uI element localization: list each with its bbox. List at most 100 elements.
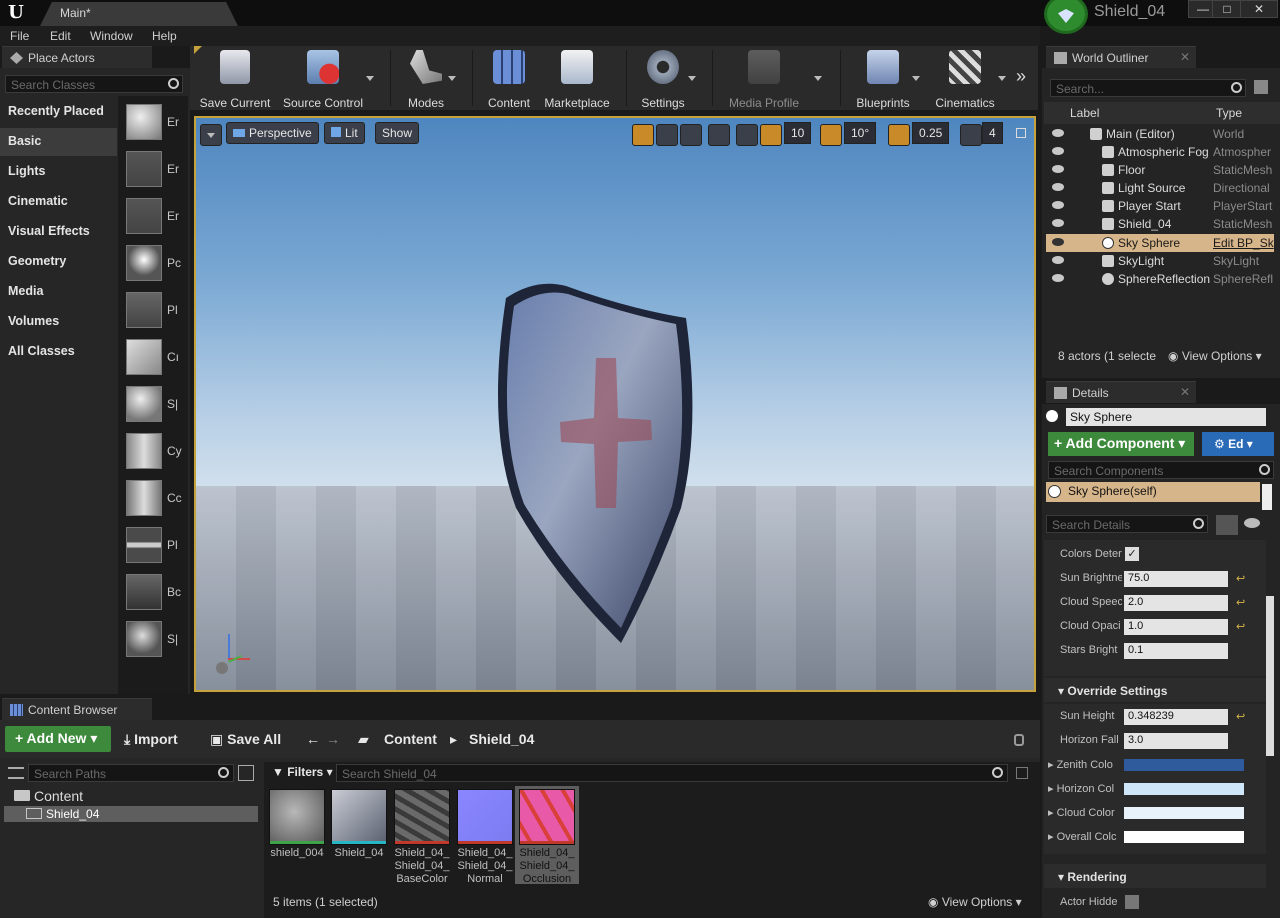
paths-view-options-icon[interactable]: [238, 765, 254, 781]
history-back-button[interactable]: ←: [306, 731, 320, 747]
lit-button[interactable]: Lit: [324, 122, 365, 144]
save-current-button[interactable]: Save Current: [198, 50, 272, 110]
settings-dropdown-icon[interactable]: [688, 76, 696, 81]
tab-content-browser[interactable]: Content Browser: [2, 698, 152, 720]
outliner-view-options-button[interactable]: ◉ View Options ▾: [1168, 349, 1262, 363]
scale-tool-icon[interactable]: [680, 124, 702, 146]
media-profile-button[interactable]: Media Profile: [722, 50, 806, 110]
outliner-row[interactable]: SphereReflection SphereRefl: [1046, 270, 1274, 288]
actor-sphere-thumb[interactable]: [126, 386, 162, 422]
tab-details[interactable]: Details ✕: [1046, 381, 1196, 403]
search-assets-input[interactable]: Search Shield_04: [336, 764, 1008, 782]
breadcrumb-content[interactable]: Content: [384, 731, 437, 747]
sources-toggle-icon[interactable]: [8, 767, 24, 779]
horizon-color-swatch[interactable]: [1124, 783, 1244, 795]
colors-determined-checkbox[interactable]: ✓: [1125, 547, 1139, 561]
asset-normal-texture[interactable]: [457, 789, 513, 845]
menu-edit[interactable]: Edit: [50, 29, 71, 43]
camera-speed-icon[interactable]: [960, 124, 982, 146]
visibility-eye-icon[interactable]: [1052, 201, 1064, 209]
perspective-button[interactable]: Perspective: [226, 122, 319, 144]
category-lights[interactable]: Lights: [0, 158, 117, 186]
rotation-snap-icon[interactable]: [820, 124, 842, 146]
scale-snap-value[interactable]: 0.25: [912, 122, 950, 144]
media-profile-dropdown-icon[interactable]: [814, 76, 822, 81]
asset-shield-004-static-mesh[interactable]: [269, 789, 325, 845]
menu-window[interactable]: Window: [90, 29, 133, 43]
scale-snap-icon[interactable]: [888, 124, 910, 146]
reset-to-default-icon[interactable]: ↩: [1236, 620, 1245, 633]
actor-player-start-thumb[interactable]: [126, 292, 162, 328]
prop-label[interactable]: ▸ Overall Colc: [1048, 830, 1122, 843]
visibility-eye-icon[interactable]: [1052, 165, 1064, 173]
search-details-input[interactable]: Search Details: [1046, 515, 1208, 533]
camera-speed-value[interactable]: 4: [982, 122, 1003, 144]
visibility-eye-icon[interactable]: [1052, 129, 1064, 137]
show-button[interactable]: Show: [375, 122, 420, 144]
actor-point-light-thumb[interactable]: [126, 245, 162, 281]
modes-dropdown-icon[interactable]: [448, 76, 456, 81]
grid-snap-icon[interactable]: [760, 124, 782, 146]
visibility-eye-icon[interactable]: [1052, 256, 1064, 264]
actor-cylinder-thumb[interactable]: [126, 433, 162, 469]
outliner-row[interactable]: SkyLight SkyLight: [1046, 252, 1274, 270]
tab-main-level[interactable]: Main*: [40, 2, 238, 26]
category-all-classes[interactable]: All Classes: [0, 338, 117, 366]
outliner-row[interactable]: Shield_04 StaticMesh: [1046, 215, 1274, 233]
actor-sphere-trigger-thumb[interactable]: [126, 621, 162, 657]
level-viewport[interactable]: [194, 116, 1036, 692]
search-classes-input[interactable]: Search Classes: [5, 75, 183, 93]
close-tab-icon[interactable]: ✕: [1180, 50, 1190, 64]
outliner-row[interactable]: Floor StaticMesh: [1046, 161, 1274, 179]
unreal-logo-icon[interactable]: U: [6, 2, 26, 24]
tab-place-actors[interactable]: Place Actors: [2, 46, 152, 68]
details-eye-icon[interactable]: [1244, 518, 1260, 528]
blueprints-button[interactable]: Blueprints: [850, 50, 916, 110]
component-row-selected[interactable]: Sky Sphere(self): [1046, 482, 1260, 502]
override-settings-section[interactable]: ▾ Override Settings: [1044, 678, 1266, 702]
cinematics-button[interactable]: Cinematics: [930, 50, 1000, 110]
save-search-icon[interactable]: [1016, 767, 1028, 779]
category-media[interactable]: Media: [0, 278, 117, 306]
search-components-input[interactable]: Search Components: [1048, 461, 1274, 479]
components-scrollbar[interactable]: [1262, 484, 1272, 510]
horizon-falloff-input[interactable]: 3.0: [1124, 733, 1228, 749]
visibility-eye-icon[interactable]: [1052, 274, 1064, 282]
tab-world-outliner[interactable]: World Outliner ✕: [1046, 46, 1196, 68]
viewport-options-dropdown[interactable]: [200, 124, 222, 146]
edit-blueprint-link[interactable]: Edit BP_Sk: [1213, 236, 1274, 250]
maximize-button[interactable]: □: [1212, 0, 1242, 18]
surface-snap-icon[interactable]: [736, 124, 758, 146]
grid-snap-value[interactable]: 10: [784, 122, 812, 144]
actor-empty-pawn-thumb[interactable]: [126, 198, 162, 234]
asset-basecolor-texture[interactable]: [394, 789, 450, 845]
category-basic[interactable]: Basic: [0, 128, 117, 156]
world-coordinates-icon[interactable]: [708, 124, 730, 146]
stars-brightness-input[interactable]: 0.1: [1124, 643, 1228, 659]
asset-shield-04-static-mesh[interactable]: [331, 789, 387, 845]
actor-cube-thumb[interactable]: [126, 339, 162, 375]
outliner-row[interactable]: Atmospheric Fog Atmospher: [1046, 143, 1274, 161]
actor-plane-thumb[interactable]: [126, 527, 162, 563]
details-scrollbar[interactable]: [1266, 596, 1274, 756]
rotation-snap-value[interactable]: 10°: [844, 122, 877, 144]
category-visual-effects[interactable]: Visual Effects: [0, 218, 117, 246]
history-forward-button[interactable]: →: [326, 731, 340, 747]
cloud-opacity-input[interactable]: 1.0: [1124, 619, 1228, 635]
cloud-color-swatch[interactable]: [1124, 807, 1244, 819]
add-new-button[interactable]: + Add New ▾: [5, 726, 111, 752]
actor-hidden-checkbox[interactable]: [1125, 895, 1139, 909]
actor-empty-character-thumb[interactable]: [126, 151, 162, 187]
category-cinematic[interactable]: Cinematic: [0, 188, 117, 216]
close-tab-icon[interactable]: ✕: [1180, 385, 1190, 399]
outliner-row[interactable]: Light Source Directional: [1046, 179, 1274, 197]
content-view-options-button[interactable]: ◉ View Options ▾: [928, 895, 1022, 909]
category-volumes[interactable]: Volumes: [0, 308, 117, 336]
cinematics-dropdown-icon[interactable]: [998, 76, 1006, 81]
property-matrix-icon[interactable]: [1216, 515, 1238, 535]
save-all-button[interactable]: ▣ Save All: [210, 731, 281, 748]
rotate-tool-icon[interactable]: [656, 124, 678, 146]
content-button[interactable]: Content: [484, 50, 534, 110]
prop-label[interactable]: ▸ Zenith Colo: [1048, 758, 1122, 771]
zenith-color-swatch[interactable]: [1124, 759, 1244, 771]
